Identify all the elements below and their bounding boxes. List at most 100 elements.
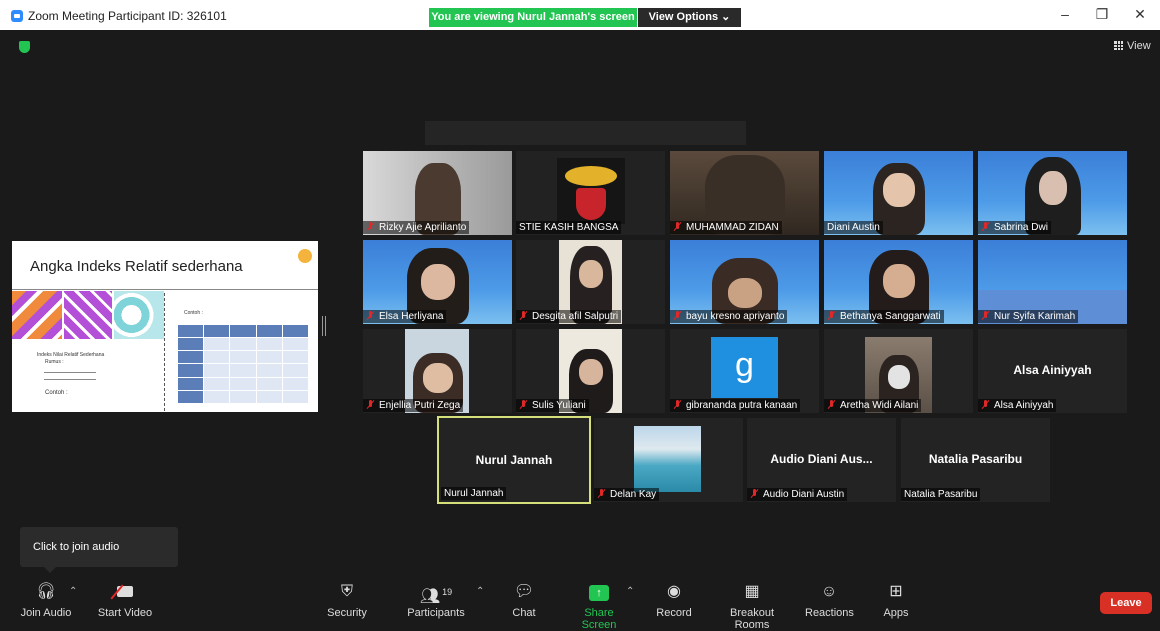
record-button[interactable]: ◉ Record xyxy=(656,582,692,619)
participant-tile[interactable]: Sabrina Dwi xyxy=(978,151,1127,235)
muted-mic-icon xyxy=(827,400,836,409)
muted-mic-icon xyxy=(519,311,528,320)
muted-mic-icon xyxy=(827,311,836,320)
participant-name-label: Audio Diani Austin xyxy=(747,488,848,501)
slide-table xyxy=(178,325,308,403)
participant-name: Delan Kay xyxy=(610,489,657,500)
start-video-button[interactable]: Start Video xyxy=(97,582,153,619)
participants-button[interactable]: 👥︎ 19 Participants xyxy=(406,582,466,619)
participant-name-label: Sabrina Dwi xyxy=(978,221,1051,234)
participant-name-label: STIE KASIH BANGSA xyxy=(516,221,622,234)
muted-mic-icon xyxy=(673,400,682,409)
share-screen-icon: ↑ xyxy=(566,582,632,602)
muted-mic-icon xyxy=(366,311,375,320)
participant-tile[interactable]: bayu kresno apriyanto xyxy=(670,240,819,324)
participant-name: Sulis Yuliani xyxy=(532,400,586,411)
share-screen-button[interactable]: ↑ Share Screen xyxy=(566,582,632,631)
participants-options-caret-icon[interactable]: ⌃ xyxy=(476,586,484,597)
shared-screen[interactable]: Angka Indeks Relatif sederhana Contoh : … xyxy=(12,241,318,412)
participant-name-label: Bethanya Sanggarwati xyxy=(824,310,944,323)
slide-pattern-2 xyxy=(64,291,112,339)
join-audio-tooltip[interactable]: Click to join audio xyxy=(20,527,178,573)
participant-tile[interactable]: Aretha Widi Ailani xyxy=(824,329,973,413)
participant-name-label: Sulis Yuliani xyxy=(516,399,589,412)
grid-icon xyxy=(1114,41,1123,50)
slide-contoh-bottom: Contoh : xyxy=(45,390,68,396)
participant-name: gibrananda putra kanaan xyxy=(686,400,798,411)
muted-mic-icon xyxy=(597,489,606,498)
slide-logo xyxy=(298,249,312,263)
participant-face xyxy=(422,363,453,393)
participant-tile[interactable]: Audio Diani Aus... Audio Diani Austin xyxy=(747,418,896,502)
participant-name: Rizky Ajie Aprilianto xyxy=(379,222,467,233)
muted-mic-icon xyxy=(750,489,759,498)
security-label: Security xyxy=(327,607,367,619)
slide-pattern-1 xyxy=(12,291,62,339)
participant-name-label: Rizky Ajie Aprilianto xyxy=(363,221,470,234)
muted-mic-icon xyxy=(981,311,990,320)
participant-name: MUHAMMAD ZIDAN xyxy=(686,222,779,233)
smiley-icon: ☺ xyxy=(820,583,838,600)
view-layout-button[interactable]: View xyxy=(1114,40,1151,52)
start-video-label: Start Video xyxy=(97,607,153,619)
participant-tile[interactable]: Rizky Ajie Aprilianto xyxy=(363,151,512,235)
close-button[interactable]: ✕ xyxy=(1130,6,1150,23)
participant-tile[interactable]: Nur Syifa Karimah xyxy=(978,240,1127,324)
participant-avatar: g xyxy=(711,337,778,398)
encryption-shield-icon[interactable] xyxy=(19,41,30,53)
leave-button[interactable]: Leave xyxy=(1100,592,1152,614)
stie-logo xyxy=(557,158,625,224)
split-divider-handle[interactable] xyxy=(322,316,326,336)
participant-tile[interactable]: Enjellia Putri Zega xyxy=(363,329,512,413)
reactions-button[interactable]: ☺ Reactions xyxy=(805,582,854,619)
participant-name-label: Elsa Herliyana xyxy=(363,310,447,323)
share-screen-label: Share Screen xyxy=(581,607,617,631)
chat-button[interactable]: 💬︎ Chat xyxy=(509,582,539,619)
view-options-button[interactable]: View Options ⌄ xyxy=(638,8,741,27)
participant-tile[interactable]: MUHAMMAD ZIDAN xyxy=(670,151,819,235)
participant-name-label: Aretha Widi Ailani xyxy=(824,399,922,412)
participant-face xyxy=(578,359,603,385)
participant-display-name: Natalia Pasaribu xyxy=(928,452,1023,466)
apps-icon: ⊞ xyxy=(889,583,903,600)
muted-mic-icon xyxy=(366,400,375,409)
participant-face xyxy=(1038,171,1067,205)
participant-face xyxy=(578,260,603,288)
participant-tile[interactable]: Bethanya Sanggarwati xyxy=(824,240,973,324)
audio-options-caret-icon[interactable]: ⌃ xyxy=(69,586,77,597)
participant-tile[interactable]: Elsa Herliyana xyxy=(363,240,512,324)
participant-name-label: Desgita afil Salputri xyxy=(516,310,622,323)
participant-face xyxy=(727,278,762,308)
participant-tile[interactable]: Alsa Ainiyyah Alsa Ainiyyah xyxy=(978,329,1127,413)
restore-button[interactable]: ❐ xyxy=(1092,6,1112,23)
participant-tile-active-speaker[interactable]: Nurul Jannah Nurul Jannah xyxy=(437,416,591,504)
muted-mic-icon xyxy=(981,400,990,409)
participant-name: Diani Austin xyxy=(827,222,880,233)
join-audio-button[interactable]: 🎧︎ Join Audio xyxy=(20,582,72,619)
minimize-button[interactable]: – xyxy=(1055,6,1075,22)
participant-name: Audio Diani Austin xyxy=(763,489,845,500)
security-button[interactable]: ⛨ Security xyxy=(326,582,368,619)
record-icon: ◉ xyxy=(667,583,681,600)
participant-name: Enjellia Putri Zega xyxy=(379,400,461,411)
participant-tile[interactable]: Natalia Pasaribu Natalia Pasaribu xyxy=(901,418,1050,502)
participants-label: Participants xyxy=(407,607,465,619)
slide-contoh-label: Contoh : xyxy=(184,310,203,316)
participant-tile[interactable]: STIE KASIH BANGSA xyxy=(516,151,665,235)
zoom-app-icon xyxy=(11,10,23,22)
participant-name: Aretha Widi Ailani xyxy=(840,400,919,411)
participant-name: Sabrina Dwi xyxy=(994,222,1048,233)
apps-button[interactable]: ⊞ Apps xyxy=(881,582,911,619)
share-options-caret-icon[interactable]: ⌃ xyxy=(626,586,634,597)
breakout-rooms-button[interactable]: ▦ Breakout Rooms xyxy=(713,582,791,631)
slide-title: Angka Indeks Relatif sederhana xyxy=(30,258,243,275)
breakout-rooms-icon: ▦ xyxy=(744,583,760,600)
participant-tile[interactable]: g gibrananda putra kanaan xyxy=(670,329,819,413)
participant-tile[interactable]: Diani Austin xyxy=(824,151,973,235)
participant-tile[interactable]: Delan Kay xyxy=(594,418,743,502)
participant-tile[interactable]: Sulis Yuliani xyxy=(516,329,665,413)
slide-bullet-text: Indeks Nilai Relatif Sederhana xyxy=(37,352,105,358)
participant-face xyxy=(882,264,915,298)
participant-video xyxy=(634,426,701,492)
participant-tile[interactable]: Desgita afil Salputri xyxy=(516,240,665,324)
